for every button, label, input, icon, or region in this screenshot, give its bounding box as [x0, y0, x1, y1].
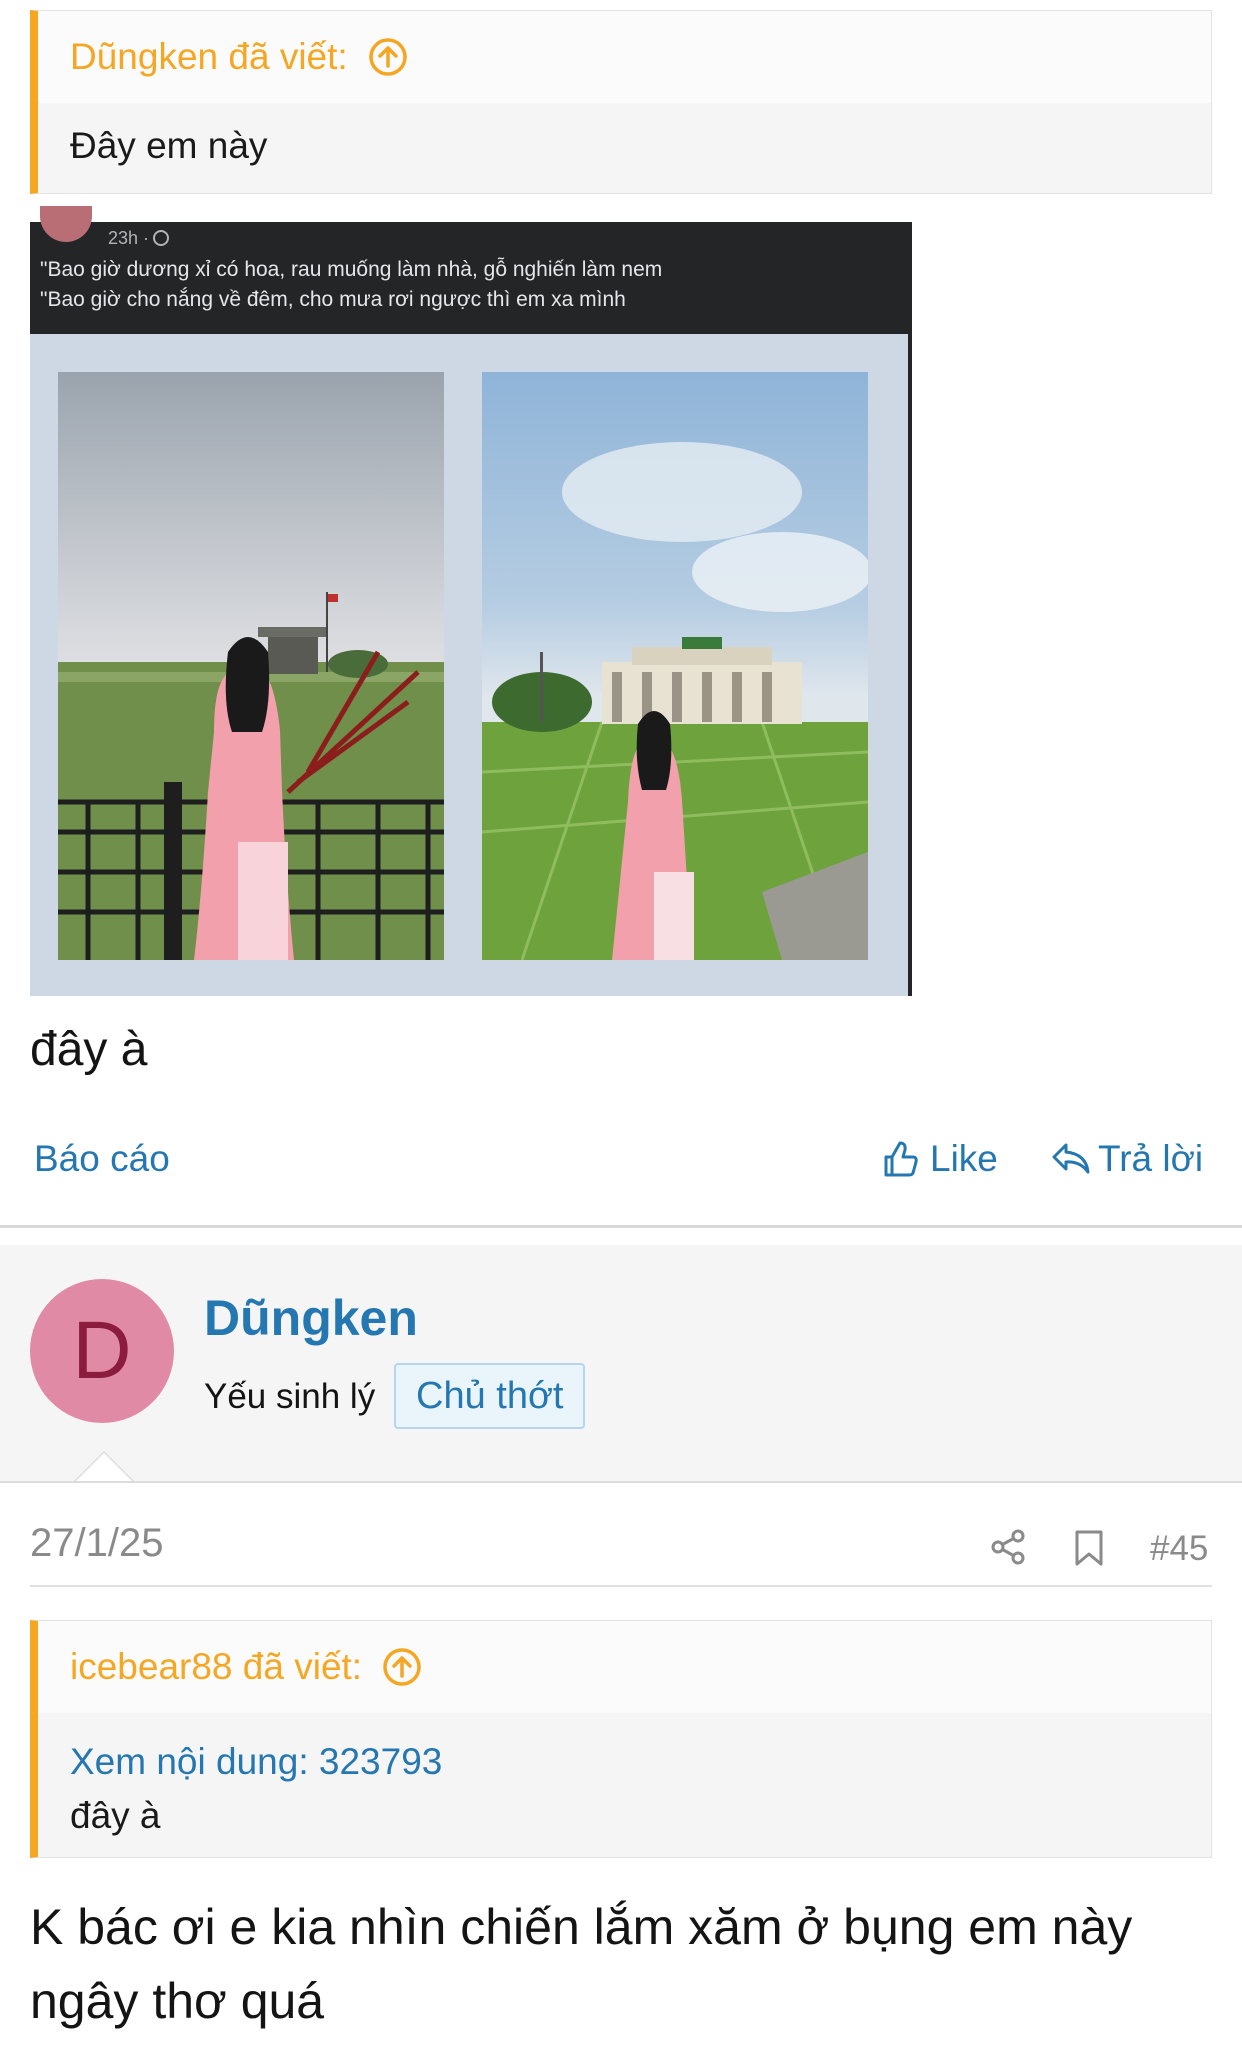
photo-right — [482, 372, 868, 960]
quote-author[interactable]: Dũngken đã viết: — [38, 11, 1211, 103]
thread-starter-badge: Chủ thớt — [394, 1363, 586, 1429]
view-content-link[interactable]: Xem nội dung: 323793 — [70, 1735, 1179, 1789]
quote-author-label-2[interactable]: icebear88 đã viết: — [70, 1646, 362, 1688]
image-border — [908, 222, 912, 996]
quote-author-label[interactable]: Dũngken đã viết: — [70, 36, 348, 78]
meta-divider — [30, 1585, 1212, 1587]
avatar[interactable]: D — [30, 1279, 174, 1423]
quote-text-2: đây à — [70, 1795, 161, 1836]
quote-block-2: icebear88 đã viết: Xem nội dung: 323793 … — [30, 1620, 1212, 1858]
image-header: 23h · "Bao giờ dương xỉ có hoa, rau muốn… — [30, 206, 912, 334]
image-caption-line-1: "Bao giờ dương xỉ có hoa, rau muống làm … — [40, 258, 663, 281]
post-meta: 27/1/25 #45 — [0, 1515, 1242, 1585]
post-divider — [0, 1225, 1242, 1228]
user-pointer — [76, 1453, 132, 1481]
thumbs-up-icon — [884, 1141, 918, 1177]
arrow-up-circle-icon[interactable] — [368, 37, 408, 77]
user-info: D Dũngken Yếu sinh lý Chủ thớt — [0, 1245, 1242, 1483]
post-message: đây à — [30, 1023, 148, 1076]
report-button[interactable]: Báo cáo — [34, 1138, 170, 1180]
quote-author-2[interactable]: icebear88 đã viết: — [38, 1621, 1211, 1713]
globe-icon — [153, 230, 170, 246]
image-time: 23h · — [108, 228, 170, 249]
like-button[interactable]: Like — [880, 1138, 998, 1180]
post-image[interactable]: 23h · "Bao giờ dương xỉ có hoa, rau muốn… — [30, 206, 912, 996]
quote-body: Đây em này — [38, 103, 1211, 167]
avatar-letter: D — [72, 1305, 132, 1396]
reply-button[interactable]: Trả lời — [1050, 1138, 1203, 1180]
reply-icon — [1052, 1143, 1090, 1174]
arrow-up-circle-icon[interactable] — [382, 1647, 422, 1687]
quote-body-2: Xem nội dung: 323793 đây à — [38, 1713, 1211, 1843]
image-caption-line-2: "Bao giờ cho nắng về đêm, cho mưa rơi ng… — [40, 288, 626, 311]
badge-label: Chủ thớt — [416, 1374, 564, 1417]
bookmark-icon[interactable] — [1072, 1529, 1106, 1567]
image-avatar — [40, 206, 92, 242]
post-message-2: K bác ơi e kia nhìn chiến lắm xăm ở bụng… — [30, 1899, 1133, 2029]
reply-label: Trả lời — [1098, 1138, 1204, 1179]
user-title: Yếu sinh lý — [204, 1377, 376, 1416]
post-date[interactable]: 27/1/25 — [30, 1521, 163, 1566]
quote-text: Đây em này — [70, 125, 268, 166]
post-actions: Báo cáo Like Trả lời — [0, 1130, 1242, 1190]
username-link[interactable]: Dũngken — [204, 1289, 418, 1347]
post-number[interactable]: #45 — [1150, 1529, 1208, 1569]
like-label: Like — [930, 1138, 998, 1179]
photo-left — [58, 372, 444, 960]
quote-block: Dũngken đã viết: Đây em này — [30, 10, 1212, 194]
share-icon[interactable] — [988, 1527, 1028, 1567]
